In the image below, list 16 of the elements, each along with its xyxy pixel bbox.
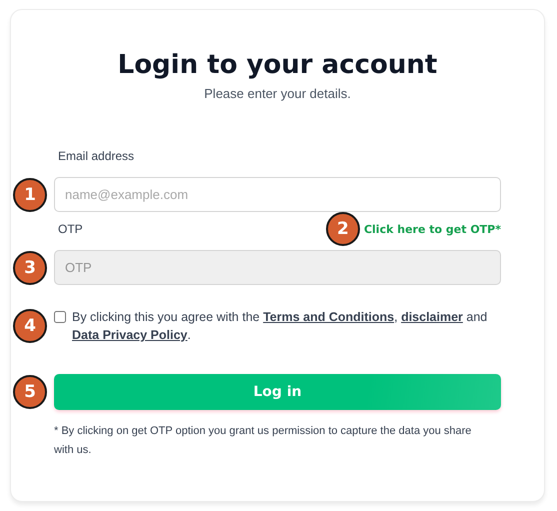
field-label: OTP (58, 222, 83, 236)
subtitle: Please enter your details. (203, 86, 352, 101)
step-marker: 4 (13, 309, 47, 343)
document-link[interactable]: Terms and Conditions (263, 310, 394, 324)
email-field[interactable]: name@example.com (54, 177, 501, 212)
field-label: Email address (58, 149, 134, 163)
page-title: Login to your account (116, 50, 438, 80)
step-marker: 2 (326, 212, 360, 246)
agree-checkbox[interactable] (54, 311, 66, 323)
document-link[interactable]: Data Privacy Policy (72, 328, 188, 342)
step-marker: 5 (13, 375, 47, 409)
step-marker: 1 (13, 178, 47, 212)
document-link[interactable]: disclaimer (401, 310, 463, 324)
permission-note: * By clicking on get OTP option you grant us permission to capture the data you share with us. (54, 424, 472, 458)
agreement-text: By clicking this you agree with the Terms and Conditions, disclaimer and Data Privacy Policy. (72, 309, 488, 344)
step-marker: 3 (13, 250, 47, 284)
